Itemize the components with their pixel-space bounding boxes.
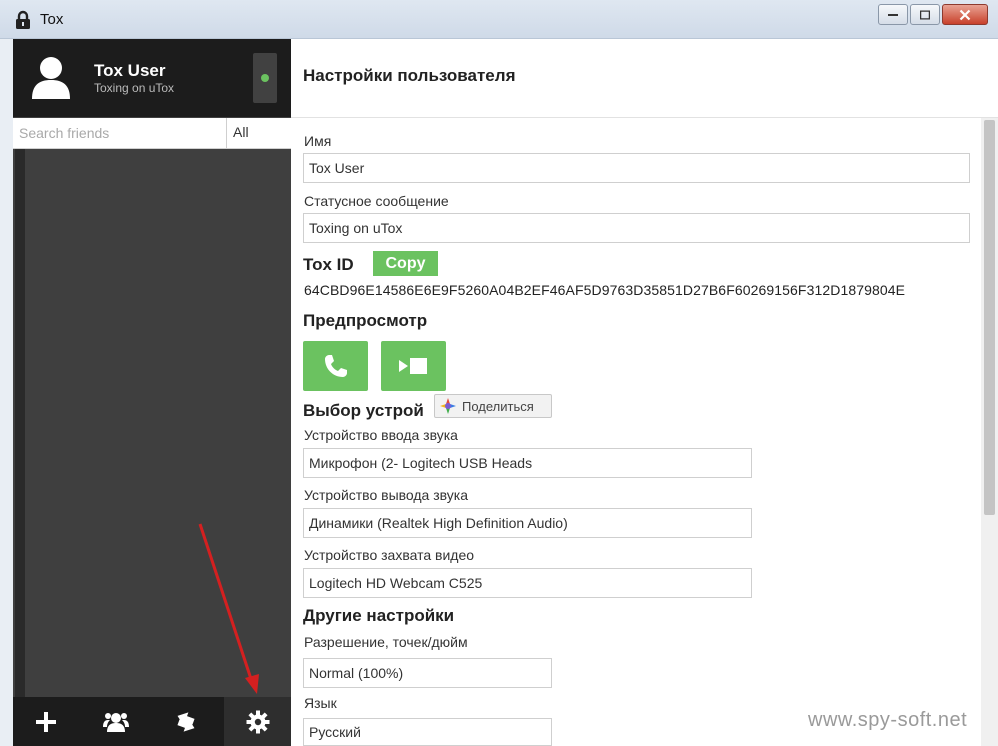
name-input[interactable] [303, 153, 970, 183]
copy-tox-id-button[interactable]: Copy [373, 251, 438, 276]
status-message-label: Статусное сообщение [304, 193, 449, 209]
minimize-icon [888, 13, 898, 16]
close-button[interactable] [942, 4, 988, 25]
name-label: Имя [304, 133, 332, 149]
dpi-label: Разрешение, точек/дюйм [304, 634, 468, 650]
avatar-icon [32, 57, 70, 99]
other-settings-heading: Другие настройки [303, 606, 455, 625]
plus-icon [36, 711, 56, 732]
gear-icon [246, 710, 269, 733]
window-title: Tox [40, 11, 64, 28]
minimize-button[interactable] [878, 4, 908, 25]
title-bar: Tox [0, 0, 998, 39]
devices-heading: Выбор устрой [303, 401, 424, 420]
audio-preview-button[interactable] [303, 341, 368, 391]
friend-list-scrollbar[interactable] [15, 149, 25, 697]
video-camera-icon [398, 358, 427, 374]
watermark: www.spy-soft.net [808, 709, 968, 731]
share-label: Поделиться [462, 398, 534, 414]
tox-id-value: 64CBD96E14586E6E9F5260A04B2EF46AF5D9763D… [304, 282, 906, 298]
audio-output-select[interactable] [303, 508, 752, 538]
friend-filter-select[interactable]: All [233, 124, 249, 140]
phone-icon [324, 355, 347, 377]
create-group-button[interactable] [93, 697, 139, 746]
header-divider [291, 117, 998, 118]
settings-button[interactable] [224, 697, 291, 746]
lock-icon [16, 10, 30, 29]
tox-id-heading: Tox ID [303, 255, 354, 274]
search-friends-input[interactable] [13, 118, 227, 148]
friend-list [13, 149, 291, 697]
video-capture-select[interactable] [303, 568, 752, 598]
preview-heading: Предпросмотр [303, 311, 428, 330]
close-icon [959, 9, 971, 20]
settings-panel: Настройки пользователя Имя Статусное соо… [291, 39, 998, 746]
group-icon [103, 712, 129, 732]
add-friend-button[interactable] [23, 697, 69, 746]
sidebar-toolbar [13, 697, 224, 746]
maximize-button[interactable] [910, 4, 940, 25]
status-toggle[interactable] [253, 53, 277, 103]
video-preview-button[interactable] [381, 341, 446, 391]
online-status-dot [261, 74, 269, 82]
share-popup[interactable]: Поделиться [434, 394, 552, 418]
sidebar: Tox User Toxing on uTox All [13, 39, 291, 746]
language-select[interactable] [303, 718, 552, 746]
page-title: Настройки пользователя [303, 66, 516, 85]
video-capture-label: Устройство захвата видео [304, 547, 475, 563]
audio-input-label: Устройство ввода звука [304, 427, 458, 443]
audio-output-label: Устройство вывода звука [304, 487, 469, 503]
status-message-input[interactable] [303, 213, 970, 243]
settings-scrollbar-thumb[interactable] [984, 120, 995, 515]
search-row: All [13, 118, 291, 149]
audio-input-select[interactable] [303, 448, 752, 478]
maximize-icon [920, 10, 930, 19]
dpi-select[interactable] [303, 658, 552, 688]
user-header[interactable]: Tox User Toxing on uTox [13, 39, 291, 117]
settings-scrollbar[interactable] [981, 118, 998, 746]
user-status-message: Toxing on uTox [94, 81, 175, 95]
language-label: Язык [304, 695, 337, 711]
transfer-icon [177, 711, 195, 732]
user-name: Tox User [94, 61, 166, 80]
share-icon [440, 398, 456, 414]
file-transfers-button[interactable] [163, 697, 209, 746]
